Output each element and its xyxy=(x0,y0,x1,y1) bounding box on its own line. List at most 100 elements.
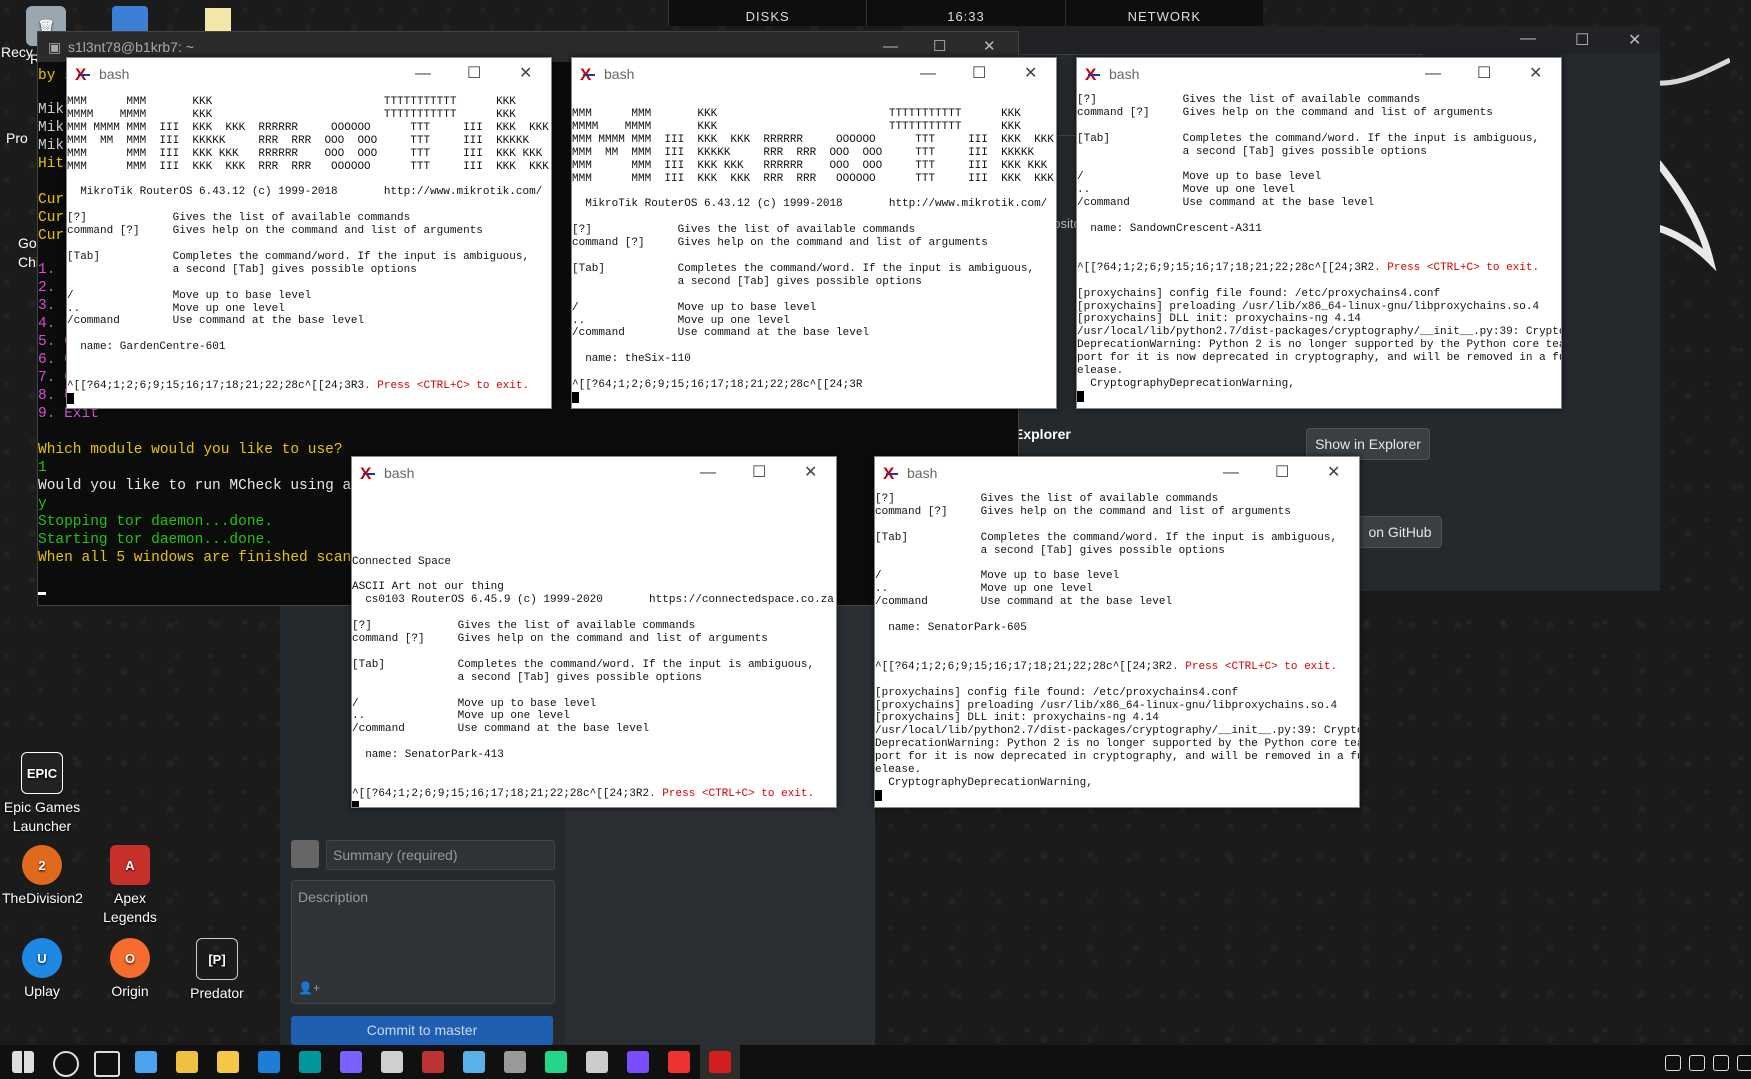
folder-icon[interactable] xyxy=(217,1051,239,1073)
minimize-icon[interactable]: — xyxy=(920,58,936,90)
predator-desktop-icon[interactable]: [P] Predator xyxy=(177,938,257,1003)
active-app-highlight xyxy=(700,1045,740,1079)
xming-icon: X xyxy=(883,465,901,483)
bash-window-1[interactable]: X bash — ☐ ✕ MMM MMM KKK TTTTTTTTTTT KKK… xyxy=(66,57,552,409)
cmd-icon[interactable] xyxy=(586,1051,608,1073)
bash-window-5[interactable]: X bash — ☐ ✕ [?] Gives the list of avail… xyxy=(874,456,1360,808)
proxy-prompt: Would you like to run MCheck using a pr xyxy=(38,478,378,494)
terminal-output: [?] Gives the list of available commands… xyxy=(1077,94,1561,404)
module-answer: 1 xyxy=(38,460,47,476)
bash-titlebar: X bash — ☐ ✕ xyxy=(572,58,1056,90)
start-icon[interactable] xyxy=(12,1051,34,1073)
close-icon[interactable]: ✕ xyxy=(804,457,817,489)
bash-window-2[interactable]: X bash — ☐ ✕ MMM MMM KKK TTTTTTTTTTT KKK… xyxy=(571,57,1057,409)
predator-icon: [P] xyxy=(196,938,238,980)
thedivision2-icon: 2 xyxy=(22,845,62,885)
terminal-fragment: 1. xyxy=(38,262,65,278)
maximize-icon[interactable]: ☐ xyxy=(752,457,766,489)
outlook-icon[interactable] xyxy=(258,1051,280,1073)
chrome-icon[interactable] xyxy=(668,1051,690,1073)
shield-icon[interactable] xyxy=(422,1051,444,1073)
proxy-answer: y xyxy=(38,496,47,512)
bash-titlebar: X bash — ☐ ✕ xyxy=(67,58,551,90)
terminal-output: Connected Space ASCII Art not our thing … xyxy=(352,491,834,807)
close-icon[interactable]: ✕ xyxy=(519,58,532,90)
uplay-icon: U xyxy=(22,938,62,978)
bash-titlebar: X bash — ☐ ✕ xyxy=(352,457,836,489)
xming-icon: X xyxy=(360,465,378,483)
terminal-cursor xyxy=(875,789,882,801)
task-view-icon[interactable] xyxy=(94,1051,120,1077)
maximize-icon[interactable]: ☐ xyxy=(1575,30,1589,50)
github-desktop-titlebar xyxy=(910,26,1660,54)
battery-icon[interactable] xyxy=(1689,1055,1705,1071)
maximize-icon[interactable]: ☐ xyxy=(1477,58,1491,90)
terminal-fragment: Hit xyxy=(38,156,65,172)
scan-wait-status: When all 5 windows are finished scannin xyxy=(38,550,378,566)
discord-icon[interactable] xyxy=(340,1051,362,1073)
arduino-icon[interactable] xyxy=(299,1051,321,1073)
apex-legends-icon: A xyxy=(110,845,150,885)
add-coauthor-icon[interactable]: 👤+ xyxy=(298,981,320,995)
maximize-icon[interactable]: ☐ xyxy=(467,58,481,90)
avatar xyxy=(291,840,319,868)
bash-titlebar: X bash — ☐ ✕ xyxy=(1077,58,1561,90)
commit-button[interactable]: Commit to master xyxy=(291,1016,553,1045)
uplay-desktop-icon[interactable]: U Uplay xyxy=(2,938,82,1001)
summary-input[interactable]: Summary (required) xyxy=(326,840,555,870)
terminal-cursor xyxy=(67,392,74,404)
close-icon[interactable]: ✕ xyxy=(1024,58,1037,90)
minimize-icon[interactable]: — xyxy=(700,457,716,489)
main-terminal-title: s1l3nt78@b1krb7: ~ xyxy=(68,39,194,55)
exit-hint: . Press <CTRL+C> to exit. xyxy=(364,379,530,392)
terminal-output: MMM MMM KKK TTTTTTTTTTT KKK MMMM MMMM KK… xyxy=(572,108,1054,405)
tor-start-status: Starting tor daemon...done. xyxy=(38,532,273,548)
thedivision2-desktop-icon[interactable]: 2 TheDivision2 xyxy=(2,845,83,908)
module-prompt: Which module would you like to use? xyxy=(38,442,343,458)
document-desktop-icon[interactable] xyxy=(205,8,231,32)
origin-desktop-icon[interactable]: O Origin xyxy=(90,938,170,1001)
minimize-icon[interactable]: — xyxy=(1223,457,1239,489)
desktop-fragment-text: Go xyxy=(18,235,37,251)
package-icon[interactable] xyxy=(463,1051,485,1073)
search-icon[interactable] xyxy=(53,1051,79,1077)
terminal-cursor xyxy=(38,592,46,595)
exit-hint: . Press <CTRL+C> to exit. xyxy=(1172,660,1338,673)
close-icon[interactable]: ✕ xyxy=(1628,30,1641,50)
store-icon[interactable] xyxy=(135,1051,157,1073)
exit-hint: . Press <CTRL+C> to exit. xyxy=(649,787,815,800)
minimize-icon[interactable]: — xyxy=(1425,58,1441,90)
open-on-github-button[interactable]: on GitHub xyxy=(1358,516,1442,548)
bash-window-4[interactable]: X bash — ☐ ✕ Connected Space ASCII Art n… xyxy=(351,456,837,808)
clock-label: 16:33 xyxy=(866,0,1064,26)
bash-window-3[interactable]: X bash — ☐ ✕ [?] Gives the list of avail… xyxy=(1076,57,1562,409)
pycharm-icon[interactable] xyxy=(545,1051,567,1073)
close-icon[interactable]: ✕ xyxy=(1327,457,1340,489)
network-label: NETWORK xyxy=(1064,0,1263,26)
description-textarea[interactable]: Description 👤+ xyxy=(291,880,555,1004)
maximize-icon[interactable]: ☐ xyxy=(1275,457,1289,489)
terminal-output: [?] Gives the list of available commands… xyxy=(875,493,1359,803)
vscode-icon[interactable] xyxy=(627,1051,649,1073)
network-icon[interactable] xyxy=(1713,1055,1729,1071)
apex-legends-desktop-icon[interactable]: A Apex Legends xyxy=(90,845,170,927)
terminal-icon[interactable] xyxy=(381,1051,403,1073)
bash-titlebar: X bash — ☐ ✕ xyxy=(875,457,1359,489)
maximize-icon[interactable]: ☐ xyxy=(972,58,986,90)
minimize-icon[interactable]: — xyxy=(1520,30,1536,48)
origin-icon: O xyxy=(110,938,150,978)
file-icon[interactable] xyxy=(176,1051,198,1073)
system-stats-bar: DISKS 16:33 NETWORK xyxy=(668,0,1263,26)
close-icon[interactable]: ✕ xyxy=(1529,58,1542,90)
minimize-icon[interactable]: — xyxy=(415,58,431,90)
terminal-fragment: 3. xyxy=(38,298,65,314)
explorer-heading: Explorer xyxy=(1014,426,1071,442)
steam-icon[interactable] xyxy=(504,1051,526,1073)
chevron-up-icon[interactable] xyxy=(1665,1055,1681,1071)
app-desktop-icon[interactable] xyxy=(112,6,148,34)
disks-label: DISKS xyxy=(668,0,866,26)
speaker-icon[interactable] xyxy=(1737,1055,1751,1071)
terminal-cursor xyxy=(1077,390,1084,402)
epic-games-desktop-icon[interactable]: EPIC Epic Games Launcher xyxy=(2,752,82,836)
exit-hint: . Press <CTRL+C> to exit. xyxy=(1374,261,1540,274)
